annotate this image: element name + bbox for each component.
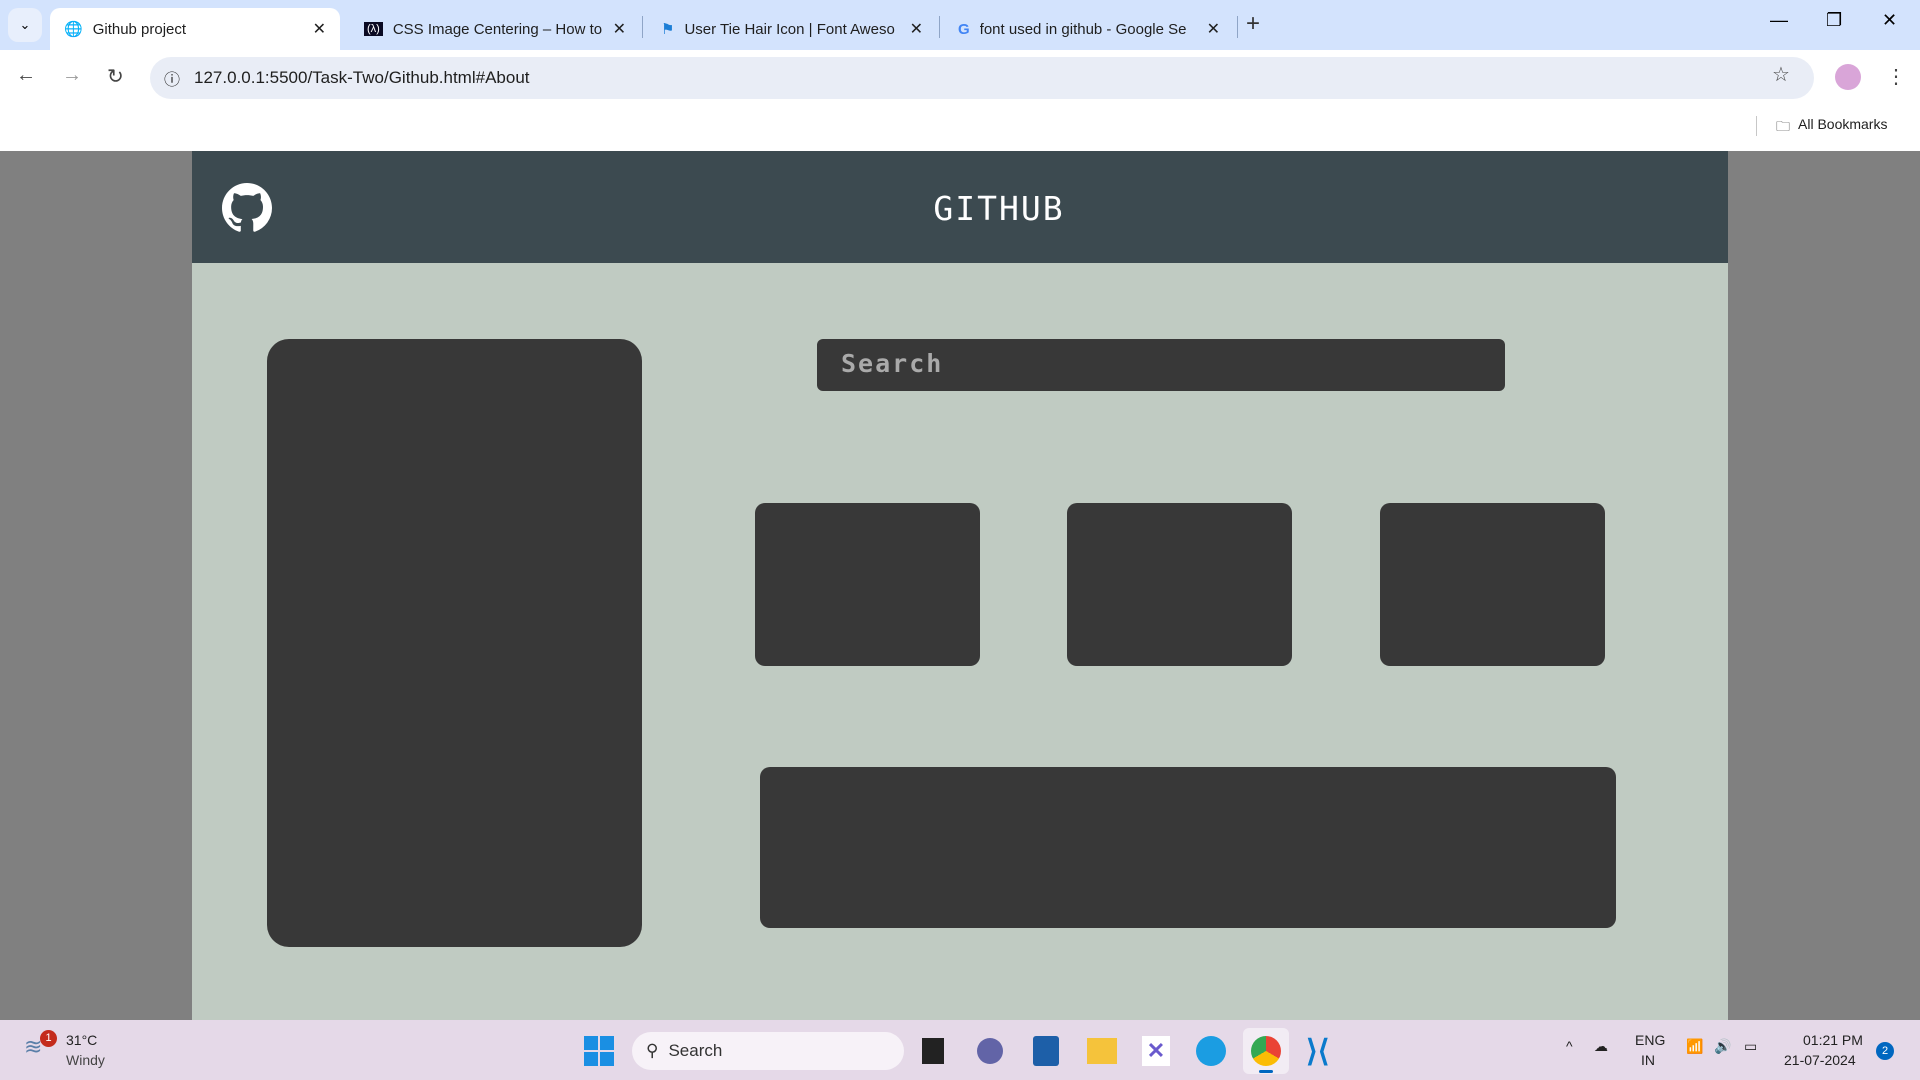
file-explorer-icon[interactable] [1087,1038,1117,1064]
github-page: GITHUB Search [192,151,1728,1020]
bookmark-star-icon[interactable]: ☆ [1772,62,1790,87]
tab-google-search[interactable]: G font used in github - Google Se ✕ [944,8,1234,50]
restore-button[interactable]: ❐ [1826,10,1842,31]
clock-date[interactable]: 21-07-2024 [1784,1052,1856,1068]
taskbar-search[interactable]: ⚲ Search [632,1032,904,1070]
tab-github-project[interactable]: 🌐 Github project ✕ [50,8,340,50]
menu-icon[interactable]: ⋮ [1886,64,1906,89]
store-icon[interactable] [1033,1036,1059,1066]
search-icon: ⚲ [646,1041,659,1060]
close-tab-icon[interactable]: ✕ [910,19,923,39]
profile-sidebar-card [267,339,642,947]
freecodecamp-icon: (λ) [364,22,383,36]
tab-font-awesome[interactable]: ⚑ User Tie Hair Icon | Font Aweso ✕ [647,8,937,50]
content-panel-wide [760,767,1616,928]
minimize-button[interactable]: — [1770,10,1788,31]
profile-avatar[interactable] [1835,64,1861,90]
browser-toolbar: ← → ↻ ⓘ 127.0.0.1:5500/Task-Two/Github.h… [0,50,1920,108]
content-card-2 [1067,503,1292,666]
tab-search-button[interactable]: ⌄ [8,8,42,42]
flag-icon: ⚑ [661,21,675,38]
close-tab-icon[interactable]: ✕ [613,19,626,39]
onedrive-icon[interactable]: ☁ [1594,1038,1608,1055]
google-icon: G [958,20,970,38]
snipping-tool-icon[interactable]: ✕ [1142,1036,1170,1066]
all-bookmarks-button[interactable]: 🗀 All Bookmarks [1776,116,1887,140]
new-tab-button[interactable]: + [1246,10,1260,38]
tab-css-image-centering[interactable]: (λ) CSS Image Centering – How to ✕ [350,8,640,50]
page-title: GITHUB [933,189,1065,228]
task-view-icon[interactable] [922,1038,944,1064]
weather-badge: 1 [40,1030,57,1047]
show-hidden-icons[interactable]: ^ [1566,1038,1573,1054]
vscode-icon[interactable]: ⟩⟨ [1306,1034,1329,1069]
language-top[interactable]: ENG [1635,1032,1665,1048]
close-window-button[interactable]: ✕ [1882,10,1897,31]
edge-icon[interactable] [1196,1036,1226,1066]
close-tab-icon[interactable]: ✕ [313,19,326,39]
search-input[interactable]: Search [817,339,1505,391]
notification-badge[interactable]: 2 [1876,1042,1894,1060]
chrome-icon [1251,1036,1281,1066]
reload-icon[interactable]: ↻ [107,64,124,89]
volume-icon[interactable]: 🔊 [1714,1038,1731,1055]
site-info-icon[interactable]: ⓘ [164,66,180,90]
weather-desc[interactable]: Windy [66,1052,105,1068]
windows-start-icon[interactable] [584,1036,614,1066]
address-bar[interactable]: ⓘ 127.0.0.1:5500/Task-Two/Github.html#Ab… [150,57,1814,99]
wifi-icon[interactable]: 📶 [1686,1038,1703,1055]
page-header: GITHUB [192,151,1728,263]
page-viewport: GITHUB Search [0,151,1920,1020]
battery-icon[interactable]: ▭ [1744,1038,1757,1055]
close-tab-icon[interactable]: ✕ [1207,19,1220,39]
back-icon[interactable]: ← [16,64,36,87]
folder-icon: 🗀 [1776,118,1790,134]
bookmarks-bar: 🗀 All Bookmarks [0,108,1920,151]
windows-taskbar: ≋ 1 31°C Windy ⚲ Search ✕ ⟩⟨ ^ ☁ ENG IN … [0,1020,1920,1080]
clock-time[interactable]: 01:21 PM [1803,1032,1863,1048]
language-bottom[interactable]: IN [1641,1052,1655,1068]
content-card-3 [1380,503,1605,666]
teams-icon[interactable] [977,1038,1003,1064]
globe-icon: 🌐 [64,21,83,38]
content-card-1 [755,503,980,666]
forward-icon[interactable]: → [62,64,82,87]
tab-strip: ⌄ 🌐 Github project ✕ (λ) CSS Image Cente… [0,0,1920,50]
weather-temp[interactable]: 31°C [66,1032,97,1048]
chrome-taskbar-button[interactable] [1243,1028,1289,1074]
